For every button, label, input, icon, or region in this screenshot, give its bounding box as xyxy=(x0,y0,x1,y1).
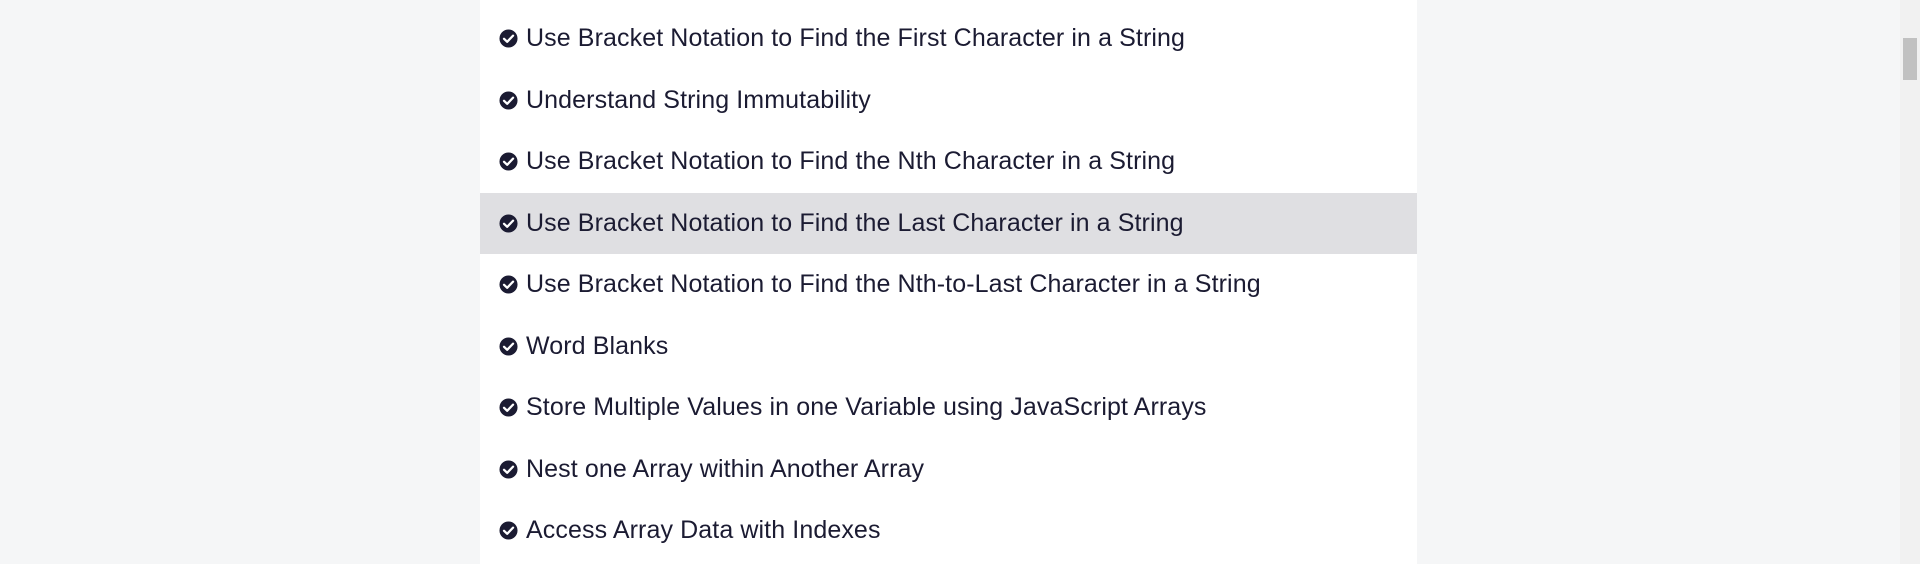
challenge-item[interactable]: Understand String Immutability xyxy=(480,70,1417,132)
challenge-title: Word Blanks xyxy=(526,331,669,360)
challenge-item[interactable]: Word Blanks xyxy=(480,316,1417,378)
challenge-item-highlighted[interactable]: Use Bracket Notation to Find the Last Ch… xyxy=(480,192,1417,254)
page: Use Bracket Notation to Find the First C… xyxy=(0,0,1920,564)
challenge-item[interactable]: Use Bracket Notation to Find the Nth Cha… xyxy=(480,131,1417,193)
check-circle-icon xyxy=(499,337,518,356)
challenge-title: Use Bracket Notation to Find the Last Ch… xyxy=(526,208,1184,237)
check-circle-icon xyxy=(499,460,518,479)
challenge-item[interactable]: Use Bracket Notation to Find the Nth-to-… xyxy=(480,254,1417,316)
challenge-title: Use Bracket Notation to Find the Nth Cha… xyxy=(526,147,1176,176)
challenge-item[interactable]: Store Multiple Values in one Variable us… xyxy=(480,377,1417,439)
challenge-title: Use Bracket Notation to Find the Nth-to-… xyxy=(526,270,1261,299)
challenge-list-panel: Use Bracket Notation to Find the First C… xyxy=(480,0,1417,564)
challenge-title: Nest one Array within Another Array xyxy=(526,454,925,483)
check-circle-icon xyxy=(499,275,518,294)
check-circle-icon xyxy=(499,398,518,417)
check-circle-icon xyxy=(499,91,518,110)
challenge-item[interactable]: Use Bracket Notation to Find the First C… xyxy=(480,8,1417,70)
challenge-item[interactable]: Access Array Data with Indexes xyxy=(480,500,1417,562)
challenge-list: Use Bracket Notation to Find the First C… xyxy=(480,8,1417,562)
challenge-title: Understand String Immutability xyxy=(526,85,871,114)
check-circle-icon xyxy=(499,521,518,540)
challenge-title: Access Array Data with Indexes xyxy=(526,516,881,545)
vertical-scrollbar[interactable] xyxy=(1900,0,1920,564)
check-circle-icon xyxy=(499,29,518,48)
challenge-item[interactable]: Nest one Array within Another Array xyxy=(480,439,1417,501)
challenge-title: Use Bracket Notation to Find the First C… xyxy=(526,24,1186,53)
check-circle-icon xyxy=(499,152,518,171)
challenge-title: Store Multiple Values in one Variable us… xyxy=(526,393,1207,422)
scrollbar-thumb[interactable] xyxy=(1903,38,1917,80)
check-circle-icon xyxy=(499,214,518,233)
